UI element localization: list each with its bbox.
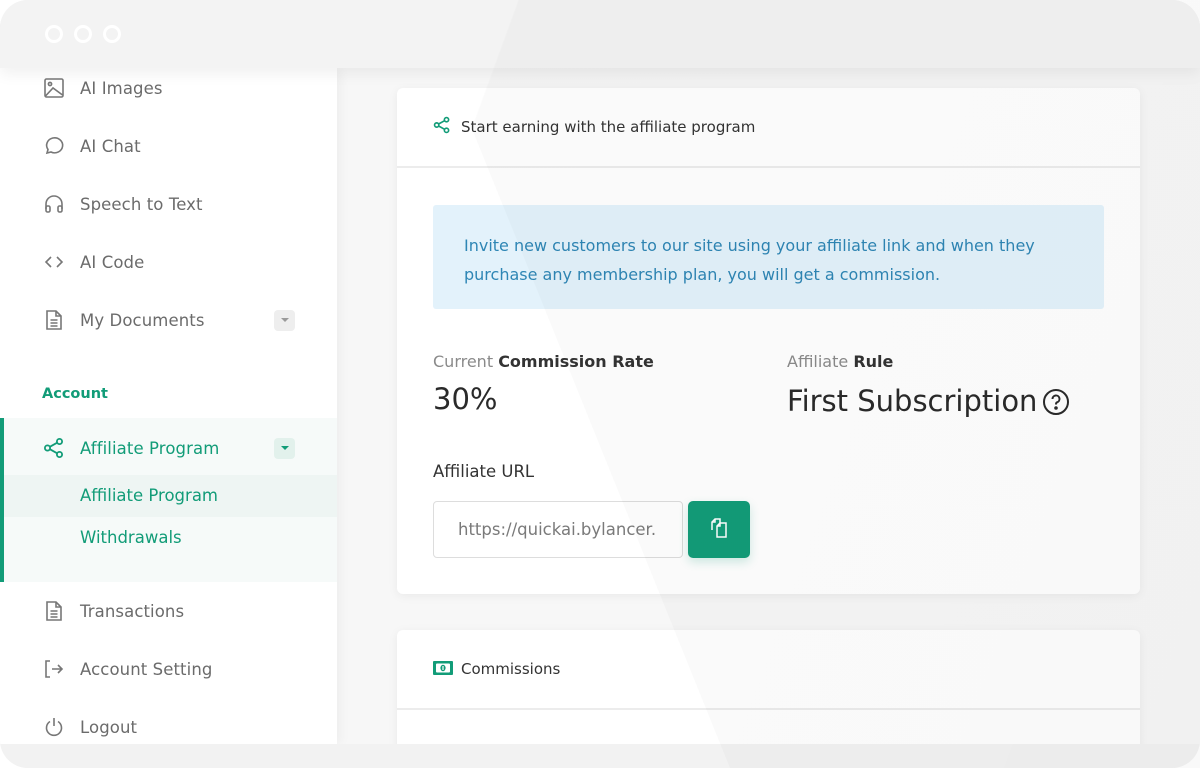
window-minimize-button[interactable] <box>74 25 92 43</box>
chevron-down-icon <box>280 446 289 450</box>
sidebar-item-transactions[interactable]: Transactions <box>0 591 337 631</box>
share-icon <box>42 436 66 460</box>
window-titlebar <box>0 0 1200 68</box>
sidebar-item-label: AI Images <box>80 78 163 98</box>
commission-rate-value: 30% <box>433 382 498 416</box>
browser-window: AI Images AI Chat Speech to Text AI Code <box>0 0 1200 768</box>
window-maximize-button[interactable] <box>103 25 121 43</box>
affiliate-rule-value: First Subscription <box>787 384 1038 418</box>
sidebar-item-label: Account Setting <box>80 659 213 679</box>
sign-out-arrow-icon <box>42 657 66 681</box>
headphones-icon <box>42 192 66 216</box>
page-viewport: AI Images AI Chat Speech to Text AI Code <box>0 68 1200 744</box>
affiliate-program-expand-toggle[interactable] <box>274 437 295 459</box>
share-icon <box>433 116 453 136</box>
sidebar-item-label: My Documents <box>80 310 205 330</box>
copy-url-button[interactable] <box>688 501 750 558</box>
sidebar: AI Images AI Chat Speech to Text AI Code <box>0 68 337 744</box>
code-icon <box>42 250 66 274</box>
card-header: Start earning with the affiliate program <box>397 88 1140 168</box>
affiliate-url-label: Affiliate URL <box>433 462 535 481</box>
sidebar-subitem-withdrawals[interactable]: Withdrawals <box>80 528 182 547</box>
sidebar-item-affiliate-program[interactable]: Affiliate Program <box>0 428 337 468</box>
sidebar-item-ai-chat[interactable]: AI Chat <box>0 126 337 166</box>
sidebar-item-ai-code[interactable]: AI Code <box>0 242 337 282</box>
image-icon <box>42 76 66 100</box>
document-icon <box>42 599 66 623</box>
power-icon <box>42 715 66 739</box>
my-documents-expand-toggle[interactable] <box>274 309 295 331</box>
card-header: Commissions <box>397 630 1140 710</box>
sidebar-item-account-setting[interactable]: Account Setting <box>0 649 337 689</box>
sidebar-item-speech-to-text[interactable]: Speech to Text <box>0 184 337 224</box>
copy-icon <box>709 518 729 541</box>
card-title: Commissions <box>461 660 561 678</box>
commission-rate-label: Current Commission Rate <box>433 352 654 371</box>
window-bottom-edge <box>0 744 1200 768</box>
sidebar-item-label: Affiliate Program <box>80 438 220 458</box>
affiliate-program-group: Affiliate Program Affiliate Program With… <box>0 418 337 582</box>
sidebar-item-label: Speech to Text <box>80 194 203 214</box>
sidebar-item-label: AI Chat <box>80 136 141 156</box>
sidebar-item-label: Logout <box>80 717 138 737</box>
sidebar-item-logout[interactable]: Logout <box>0 707 337 744</box>
card-title: Start earning with the affiliate program <box>461 118 756 136</box>
affiliate-url-input[interactable] <box>433 501 683 558</box>
sidebar-subitem-affiliate-program[interactable]: Affiliate Program <box>80 486 218 505</box>
document-icon <box>42 308 66 332</box>
affiliate-program-card: Start earning with the affiliate program… <box>397 88 1140 594</box>
chat-bubble-icon <box>42 134 66 158</box>
chevron-down-icon <box>280 318 289 322</box>
info-alert: Invite new customers to our site using y… <box>433 205 1104 309</box>
money-bill-icon <box>433 660 453 680</box>
affiliate-rule-label: Affiliate Rule <box>787 352 894 371</box>
help-question-icon[interactable] <box>1042 388 1070 416</box>
sidebar-item-ai-images[interactable]: AI Images <box>0 68 337 108</box>
sidebar-item-my-documents[interactable]: My Documents <box>0 300 337 340</box>
sidebar-item-label: Transactions <box>80 601 185 621</box>
sidebar-item-label: AI Code <box>80 252 145 272</box>
section-label-account: Account <box>42 386 108 402</box>
commissions-card: Commissions <box>397 630 1140 744</box>
window-close-button[interactable] <box>45 25 63 43</box>
